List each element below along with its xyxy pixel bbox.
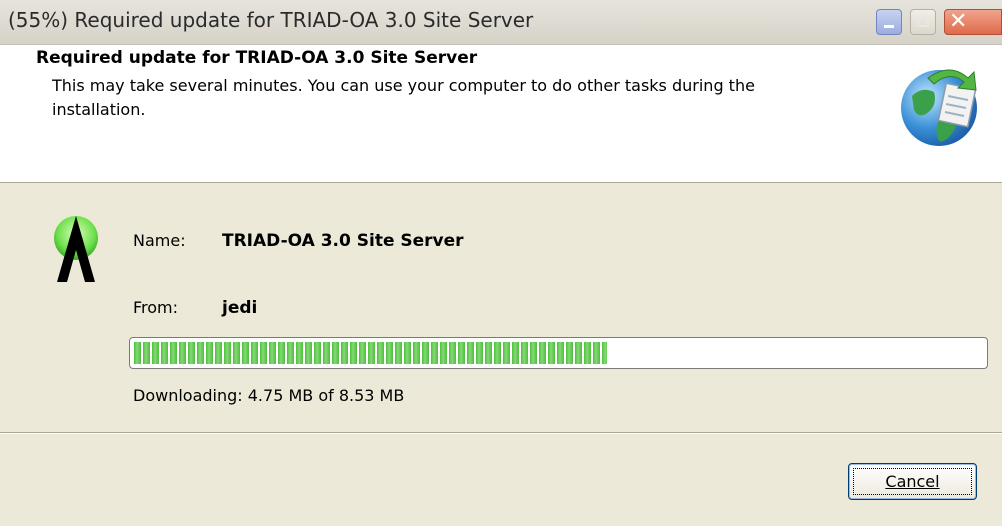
progress-fill	[134, 342, 607, 364]
minimize-button[interactable]	[876, 9, 902, 35]
app-logo-icon	[54, 216, 98, 282]
download-progress-bar	[129, 337, 988, 369]
cancel-button-label: Cancel	[885, 472, 940, 491]
minimize-icon	[884, 25, 894, 28]
close-button[interactable]: ✕	[944, 9, 1002, 35]
window-title: (55%) Required update for TRIAD-OA 3.0 S…	[8, 8, 534, 32]
name-label: Name:	[133, 231, 186, 250]
download-status: Downloading: 4.75 MB of 8.53 MB	[133, 386, 405, 405]
name-value: TRIAD-OA 3.0 Site Server	[222, 231, 464, 251]
globe-update-icon	[901, 69, 977, 146]
divider	[0, 432, 1002, 434]
from-value: jedi	[222, 298, 258, 318]
maximize-button[interactable]	[910, 9, 936, 35]
title-bar[interactable]: (55%) Required update for TRIAD-OA 3.0 S…	[0, 0, 1002, 45]
cancel-button[interactable]: Cancel	[848, 463, 977, 500]
header-description: This may take several minutes. You can u…	[52, 76, 755, 119]
from-label: From:	[133, 298, 179, 317]
maximize-icon	[917, 16, 929, 27]
close-icon: ✕	[949, 9, 968, 34]
header-title: Required update for TRIAD-OA 3.0 Site Se…	[36, 48, 478, 68]
